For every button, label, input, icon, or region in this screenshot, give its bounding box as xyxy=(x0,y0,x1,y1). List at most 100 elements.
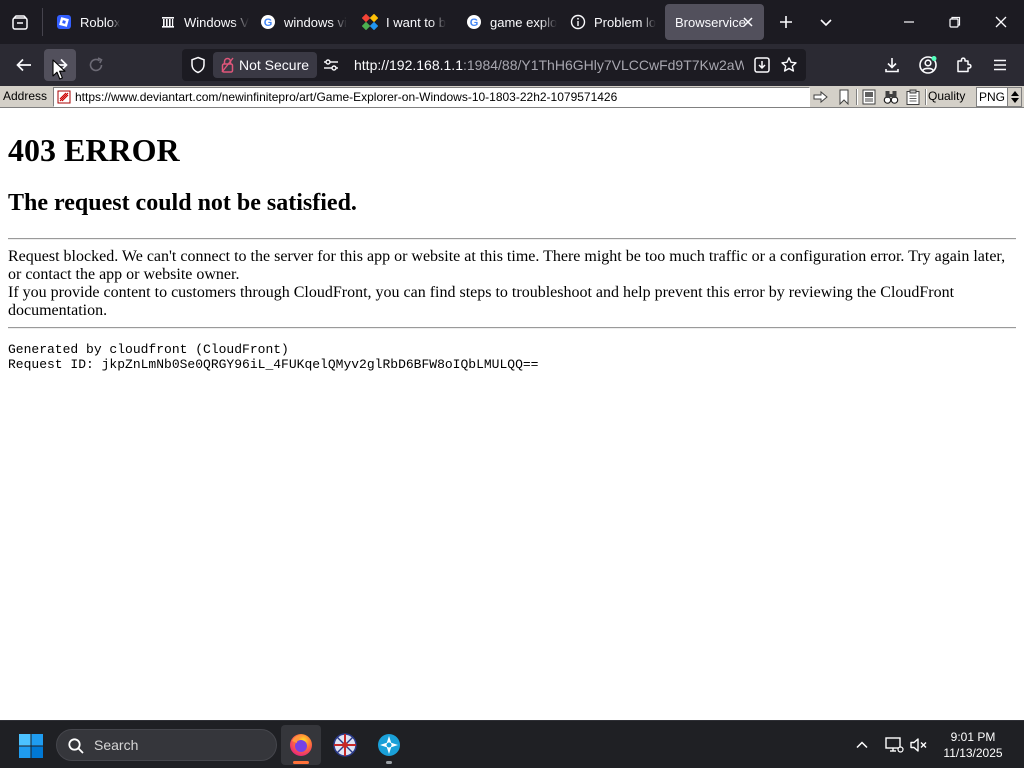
clock-date: 11/13/2025 xyxy=(943,746,1003,760)
firefox-view-button[interactable] xyxy=(6,9,34,37)
app-menu-button[interactable] xyxy=(984,49,1016,81)
close-tab-icon[interactable] xyxy=(740,14,756,30)
start-button[interactable] xyxy=(18,733,44,759)
colorful-logo-icon xyxy=(362,14,378,30)
bookmark-button[interactable] xyxy=(835,88,853,106)
back-button[interactable] xyxy=(8,49,40,81)
go-button[interactable] xyxy=(812,88,830,106)
navigation-toolbar: Not Secure http://192.168.1.1:1984/88/Y1… xyxy=(0,44,1024,86)
google-icon: G xyxy=(466,14,482,30)
chevron-down-icon xyxy=(820,19,832,27)
tab-google-game-explorer[interactable]: G game explo xyxy=(456,4,558,40)
list-all-tabs-button[interactable] xyxy=(812,8,840,36)
not-secure-indicator[interactable]: Not Secure xyxy=(213,52,317,78)
address-url: https://www.deviantart.com/newinfinitepr… xyxy=(75,90,618,104)
spinner-arrows-icon[interactable] xyxy=(1007,88,1021,106)
clipboard-icon xyxy=(906,89,920,105)
url-host: http://192.168.1.1 xyxy=(354,57,463,73)
quality-format-select[interactable]: PNG xyxy=(976,87,1022,107)
divider xyxy=(8,238,1016,240)
new-tab-button[interactable] xyxy=(772,8,800,36)
firefox-icon xyxy=(290,734,312,756)
address-field[interactable]: https://www.deviantart.com/newinfinitepr… xyxy=(53,87,810,107)
bookmark-icon xyxy=(839,89,849,105)
taskbar-star-app[interactable] xyxy=(369,725,409,765)
arrow-left-icon xyxy=(16,58,31,72)
toolbar-separator xyxy=(925,89,927,105)
quality-label: Quality xyxy=(928,89,966,103)
account-icon xyxy=(919,56,937,74)
quality-format-value: PNG xyxy=(979,90,1006,104)
globe-app-icon xyxy=(333,733,357,757)
tab-title: I want to b xyxy=(386,14,446,30)
extensions-button[interactable] xyxy=(948,49,980,81)
search-icon xyxy=(68,738,84,754)
broken-lock-icon xyxy=(221,57,234,73)
show-hidden-icons-button[interactable] xyxy=(850,733,874,757)
downloads-button[interactable] xyxy=(876,49,908,81)
taskbar-search[interactable]: Search xyxy=(56,729,277,761)
browservice-toolbar: Address https://www.deviantart.com/newin… xyxy=(0,86,1024,108)
taskbar-globe-app[interactable] xyxy=(325,725,365,765)
reload-button[interactable] xyxy=(80,49,112,81)
minimize-button[interactable] xyxy=(886,0,932,44)
reload-icon xyxy=(89,57,103,72)
account-button[interactable] xyxy=(912,49,944,81)
search-placeholder: Search xyxy=(94,737,139,753)
clipboard-button[interactable] xyxy=(904,88,922,106)
tab-title: Problem lo xyxy=(594,14,657,30)
chevron-up-icon xyxy=(856,741,868,749)
error-paragraph-blocked: Request blocked. We can't connect to the… xyxy=(8,248,1006,283)
tab-problem-loading[interactable]: Problem lo xyxy=(560,4,662,40)
svg-text:G: G xyxy=(470,17,479,29)
error-paragraph-cloudfront: If you provide content to customers thro… xyxy=(8,284,955,319)
install-app-icon[interactable] xyxy=(752,55,772,75)
url-text[interactable]: http://192.168.1.1:1984/88/Y1ThH6GHly7VL… xyxy=(354,49,744,81)
taskbar-firefox[interactable] xyxy=(281,725,321,765)
tab-title: windows vi xyxy=(284,14,347,30)
toolbar-separator xyxy=(856,89,858,105)
volume-button[interactable] xyxy=(907,733,931,757)
document-icon xyxy=(862,89,876,105)
minimize-icon xyxy=(904,21,914,23)
system-clock[interactable]: 9:01 PM 11/13/2025 xyxy=(930,729,1016,761)
tab-browservice[interactable]: Browservice xyxy=(665,4,764,40)
tab-windows-wiki[interactable]: Windows V xyxy=(150,4,250,40)
permissions-icon[interactable] xyxy=(320,55,342,75)
tab-strip: Roblox Windows V G windows vi I want to … xyxy=(0,0,1024,44)
open-page-button[interactable] xyxy=(860,88,878,106)
bookmark-star-icon[interactable] xyxy=(779,55,799,75)
star-app-icon xyxy=(378,734,400,756)
restore-icon xyxy=(949,16,961,28)
tab-title: Browservice xyxy=(675,14,746,30)
forward-button[interactable] xyxy=(44,49,76,81)
close-window-button[interactable] xyxy=(978,0,1024,44)
shield-icon[interactable] xyxy=(188,55,208,75)
request-id-text: Request ID: jkpZnLmNb0Se0QRGY96iL_4FUKqe… xyxy=(8,357,539,372)
close-icon xyxy=(995,16,1007,28)
page-warning-icon xyxy=(57,90,71,104)
network-button[interactable] xyxy=(882,733,906,757)
wikipedia-icon xyxy=(160,14,176,30)
find-button[interactable] xyxy=(882,88,900,106)
tab-title: game explo xyxy=(490,14,558,30)
tab-google-windows[interactable]: G windows vi xyxy=(250,4,350,40)
tab-title: Roblox xyxy=(80,14,121,30)
tab-title: Windows V xyxy=(184,14,250,30)
firefox-view-icon xyxy=(12,15,28,30)
url-bar[interactable]: Not Secure http://192.168.1.1:1984/88/Y1… xyxy=(182,49,806,81)
windows-taskbar: Search 9:01 PM 11/13/2025 xyxy=(0,720,1024,768)
tab-i-want-to[interactable]: I want to b xyxy=(352,4,454,40)
puzzle-icon xyxy=(957,57,972,73)
arrow-right-icon xyxy=(53,58,68,72)
divider xyxy=(8,327,1016,329)
error-heading: 403 ERROR xyxy=(8,132,180,168)
network-icon xyxy=(885,737,904,753)
tab-roblox[interactable]: Roblox xyxy=(46,4,150,40)
url-path: :1984/88/Y1ThH6GHly7VLCCwFd9T7Kw2aWnO xyxy=(462,57,744,73)
speaker-muted-icon xyxy=(910,738,927,752)
page-content: 403 ERROR The request could not be satis… xyxy=(0,110,1024,720)
tab-strip-separator xyxy=(42,8,43,36)
restore-button[interactable] xyxy=(932,0,978,44)
running-indicator xyxy=(293,761,309,764)
